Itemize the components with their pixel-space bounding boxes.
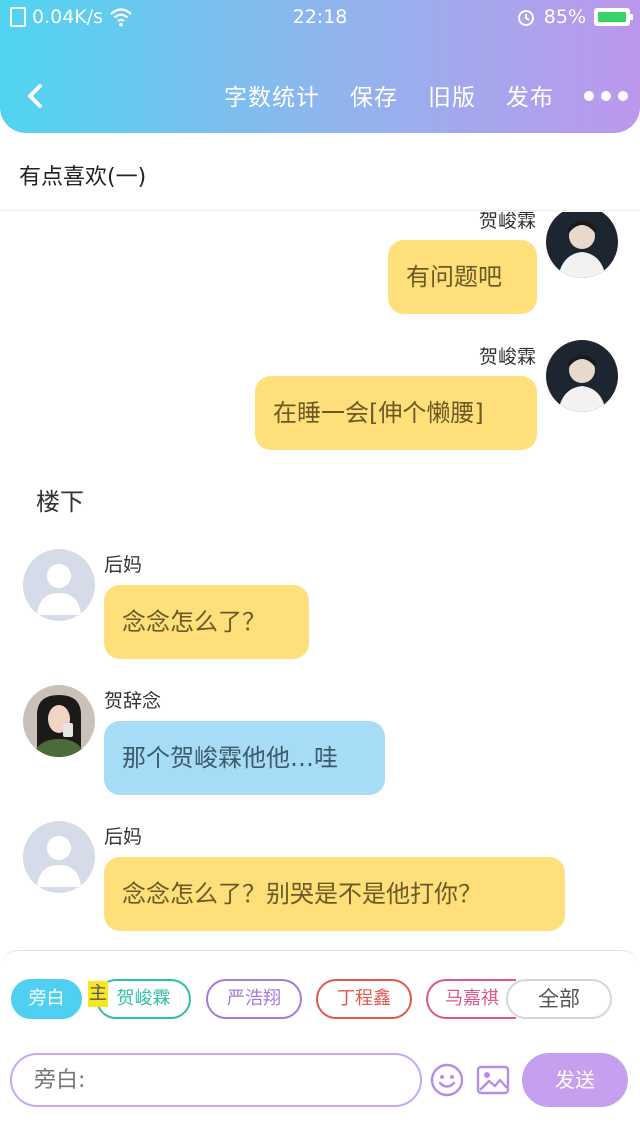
- speaker-name: 贺辞念: [104, 690, 162, 712]
- alarm-icon: [517, 10, 534, 26]
- status-bar: 0.04K/s 22:18 85%: [0, 4, 640, 30]
- input-row: 发送: [0, 1053, 640, 1107]
- message-bubble[interactable]: 那个贺峻霖他他…哇: [104, 721, 385, 795]
- emoji-icon[interactable]: [430, 1063, 464, 1097]
- role-chip-dingchengxin[interactable]: 丁程鑫: [316, 979, 412, 1019]
- message-input[interactable]: [10, 1053, 422, 1107]
- speaker-name: 后妈: [104, 554, 143, 576]
- message-bubble[interactable]: 有问题吧: [388, 240, 537, 314]
- send-button[interactable]: 发送: [522, 1053, 628, 1107]
- message-bubble[interactable]: 在睡一会[伸个懒腰]: [255, 376, 537, 450]
- battery-percent: 85%: [543, 6, 586, 28]
- speaker-name: 后妈: [104, 826, 143, 848]
- word-count-button[interactable]: 字数统计: [224, 78, 320, 112]
- battery-icon: [594, 8, 633, 26]
- back-icon[interactable]: [22, 80, 50, 112]
- image-icon[interactable]: [476, 1064, 510, 1096]
- main-role-tag: 主: [88, 981, 108, 1007]
- top-nav: 字数统计 保存 旧版 发布: [0, 78, 640, 116]
- role-chip-yanhaoxiang[interactable]: 严浩翔: [206, 979, 302, 1019]
- message-bubble[interactable]: 念念怎么了？: [104, 585, 309, 659]
- role-chip-narrator[interactable]: 旁白: [11, 979, 82, 1019]
- role-chip-all[interactable]: 全部: [506, 979, 612, 1019]
- role-chip-hejunlin[interactable]: 贺峻霖: [96, 979, 191, 1019]
- avatar-hecinian[interactable]: [23, 685, 95, 757]
- avatar-hejunlin[interactable]: [546, 340, 618, 412]
- chat-area[interactable]: 贺峻霖 有问题吧 贺峻霖 在睡一会[伸个懒腰] 楼下 后妈 念念怎么了？ 贺辞念…: [0, 212, 640, 950]
- speaker-name: 贺峻霖: [478, 346, 536, 368]
- message-bubble[interactable]: 念念怎么了？别哭是不是他打你？: [104, 857, 565, 931]
- story-title[interactable]: 有点喜欢(一): [19, 159, 146, 191]
- title-bar: 有点喜欢(一): [0, 133, 640, 211]
- narration-text[interactable]: 楼下: [36, 482, 84, 517]
- publish-button[interactable]: 发布: [506, 78, 554, 112]
- top-header: 0.04K/s 22:18 85% 字数统计 保存 旧版 发布: [0, 0, 640, 133]
- old-version-button[interactable]: 旧版: [428, 78, 476, 112]
- avatar-houma[interactable]: [23, 821, 95, 893]
- speaker-name: 贺峻霖: [478, 212, 536, 232]
- role-chip-majiaqi[interactable]: 马嘉祺: [426, 979, 516, 1019]
- avatar-hejunlin[interactable]: [546, 212, 618, 278]
- composer-panel: 旁白 贺峻霖 严浩翔 丁程鑫 马嘉祺 全部 主 发送: [0, 950, 640, 1138]
- more-options-icon[interactable]: [584, 89, 628, 101]
- avatar-houma[interactable]: [23, 549, 95, 621]
- save-button[interactable]: 保存: [350, 78, 398, 112]
